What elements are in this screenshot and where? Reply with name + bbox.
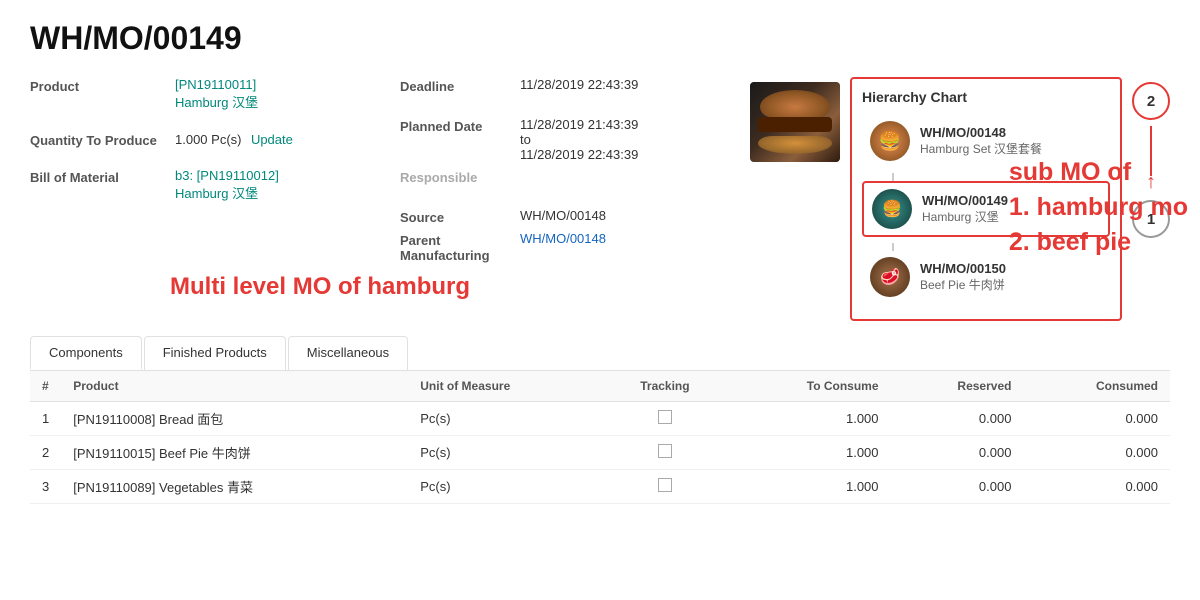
parent-mfg-value[interactable]: WH/MO/00148 <box>520 231 720 246</box>
item-info-1: WH/MO/00148 Hamburg Set 汉堡套餐 <box>920 125 1042 157</box>
avatar-beef-pie: 🥩 <box>870 257 910 297</box>
cell-uom: Pc(s) <box>408 402 602 436</box>
cell-num: 2 <box>30 436 61 470</box>
col-product: Product <box>61 371 408 402</box>
qty-value: 1.000 Pc(s) <box>175 132 241 147</box>
burger-placeholder <box>750 82 840 162</box>
cell-product[interactable]: [PN19110089] Vegetables 青菜 <box>61 470 408 504</box>
cell-consumed: 0.000 <box>1023 470 1170 504</box>
bom-label: Bill of Material <box>30 168 175 185</box>
avatar-burger-set: 🍔 <box>870 121 910 161</box>
cell-to-consume: 1.000 <box>727 402 890 436</box>
deadline-value: 11/28/2019 22:43:39 <box>520 77 720 92</box>
planned-date-to-label: to <box>520 132 720 147</box>
main-page: WH/MO/00149 Product [PN19110011] Hamburg… <box>0 0 1200 524</box>
source-value: WH/MO/00148 <box>520 208 720 223</box>
cell-product[interactable]: [PN19110015] Beef Pie 牛肉饼 <box>61 436 408 470</box>
cell-consumed: 0.000 <box>1023 436 1170 470</box>
col-num: # <box>30 371 61 402</box>
cell-to-consume: 1.000 <box>727 470 890 504</box>
cell-num: 3 <box>30 470 61 504</box>
hierarchy-title: Hierarchy Chart <box>862 89 1110 105</box>
col-consumed: Consumed <box>1023 371 1170 402</box>
col-uom: Unit of Measure <box>408 371 602 402</box>
item-name-2: Hamburg 汉堡 <box>922 208 1008 225</box>
badge-2[interactable]: 2 <box>1132 82 1170 120</box>
tracking-checkbox[interactable] <box>658 410 672 424</box>
table-header-row: # Product Unit of Measure Tracking To Co… <box>30 371 1170 402</box>
tab-components[interactable]: Components <box>30 336 142 370</box>
source-label: Source <box>400 208 520 225</box>
deadline-label: Deadline <box>400 77 520 94</box>
cell-reserved: 0.000 <box>891 470 1024 504</box>
cell-reserved: 0.000 <box>891 436 1024 470</box>
left-panel: Product [PN19110011] Hamburg 汉堡 Deadline… <box>30 77 720 321</box>
cell-tracking[interactable] <box>602 402 727 436</box>
product-label: Product <box>30 77 175 94</box>
tracking-checkbox[interactable] <box>658 444 672 458</box>
col-tracking: Tracking <box>602 371 727 402</box>
tab-miscellaneous[interactable]: Miscellaneous <box>288 336 408 370</box>
item-code-2: WH/MO/00149 <box>922 193 1008 208</box>
table-row: 1 [PN19110008] Bread 面包 Pc(s) 1.000 0.00… <box>30 402 1170 436</box>
multi-level-annotation: Multi level MO of hamburg <box>170 273 720 301</box>
tracking-checkbox[interactable] <box>658 478 672 492</box>
update-button[interactable]: Update <box>251 132 293 147</box>
cell-product[interactable]: [PN19110008] Bread 面包 <box>61 402 408 436</box>
item-info-2: WH/MO/00149 Hamburg 汉堡 <box>922 193 1008 225</box>
cell-consumed: 0.000 <box>1023 402 1170 436</box>
tabs-bar: Components Finished Products Miscellaneo… <box>30 336 1170 371</box>
item-info-3: WH/MO/00150 Beef Pie 牛肉饼 <box>920 261 1006 293</box>
responsible-label: Responsible <box>400 168 520 185</box>
item-code-3: WH/MO/00150 <box>920 261 1006 276</box>
col-reserved: Reserved <box>891 371 1024 402</box>
table-row: 3 [PN19110089] Vegetables 青菜 Pc(s) 1.000… <box>30 470 1170 504</box>
parent-mfg-label: Parent Manufacturing <box>400 231 520 263</box>
burger-image <box>750 82 840 162</box>
col-to-consume: To Consume <box>727 371 890 402</box>
avatar-hamburg: 🍔 <box>872 189 912 229</box>
qty-label: Quantity To Produce <box>30 131 175 148</box>
planned-date-label: Planned Date <box>400 117 520 134</box>
cell-uom: Pc(s) <box>408 470 602 504</box>
bom-name[interactable]: Hamburg 汉堡 <box>175 183 380 202</box>
table-row: 2 [PN19110015] Beef Pie 牛肉饼 Pc(s) 1.000 … <box>30 436 1170 470</box>
product-code[interactable]: [PN19110011] <box>175 77 380 92</box>
cell-uom: Pc(s) <box>408 436 602 470</box>
planned-date-from: 11/28/2019 21:43:39 <box>520 117 720 132</box>
page-title: WH/MO/00149 <box>30 20 1170 57</box>
cell-reserved: 0.000 <box>891 402 1024 436</box>
tab-finished-products[interactable]: Finished Products <box>144 336 286 370</box>
item-code-1: WH/MO/00148 <box>920 125 1042 140</box>
planned-date-to: 11/28/2019 22:43:39 <box>520 147 720 162</box>
product-name[interactable]: Hamburg 汉堡 <box>175 92 380 111</box>
item-name-3: Beef Pie 牛肉饼 <box>920 276 1006 293</box>
cell-num: 1 <box>30 402 61 436</box>
cell-tracking[interactable] <box>602 470 727 504</box>
components-table: # Product Unit of Measure Tracking To Co… <box>30 371 1170 504</box>
cell-to-consume: 1.000 <box>727 436 890 470</box>
bom-value[interactable]: b3: [PN19110012] <box>175 168 380 183</box>
main-content: Product [PN19110011] Hamburg 汉堡 Deadline… <box>30 77 1170 321</box>
cell-tracking[interactable] <box>602 436 727 470</box>
sub-mo-annotation: sub MO of 1. hamburg mo 2. beef pie <box>1009 155 1188 260</box>
